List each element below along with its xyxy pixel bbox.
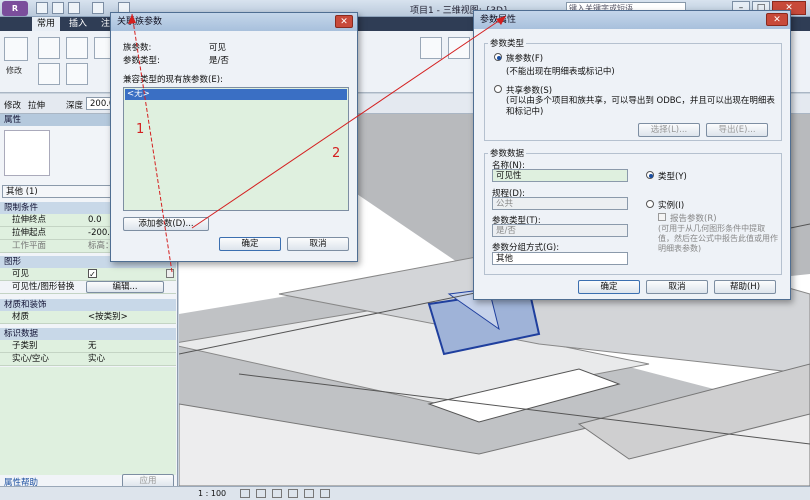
annotation-marker-2: 2 xyxy=(332,146,341,161)
annotation-line-2 xyxy=(191,15,507,229)
annotation-overlay xyxy=(128,13,507,273)
annotation-line-1 xyxy=(131,13,173,273)
arrowhead-2 xyxy=(496,16,506,25)
annotation-marker-1: 1 xyxy=(136,122,145,137)
arrowhead-1 xyxy=(128,14,136,24)
